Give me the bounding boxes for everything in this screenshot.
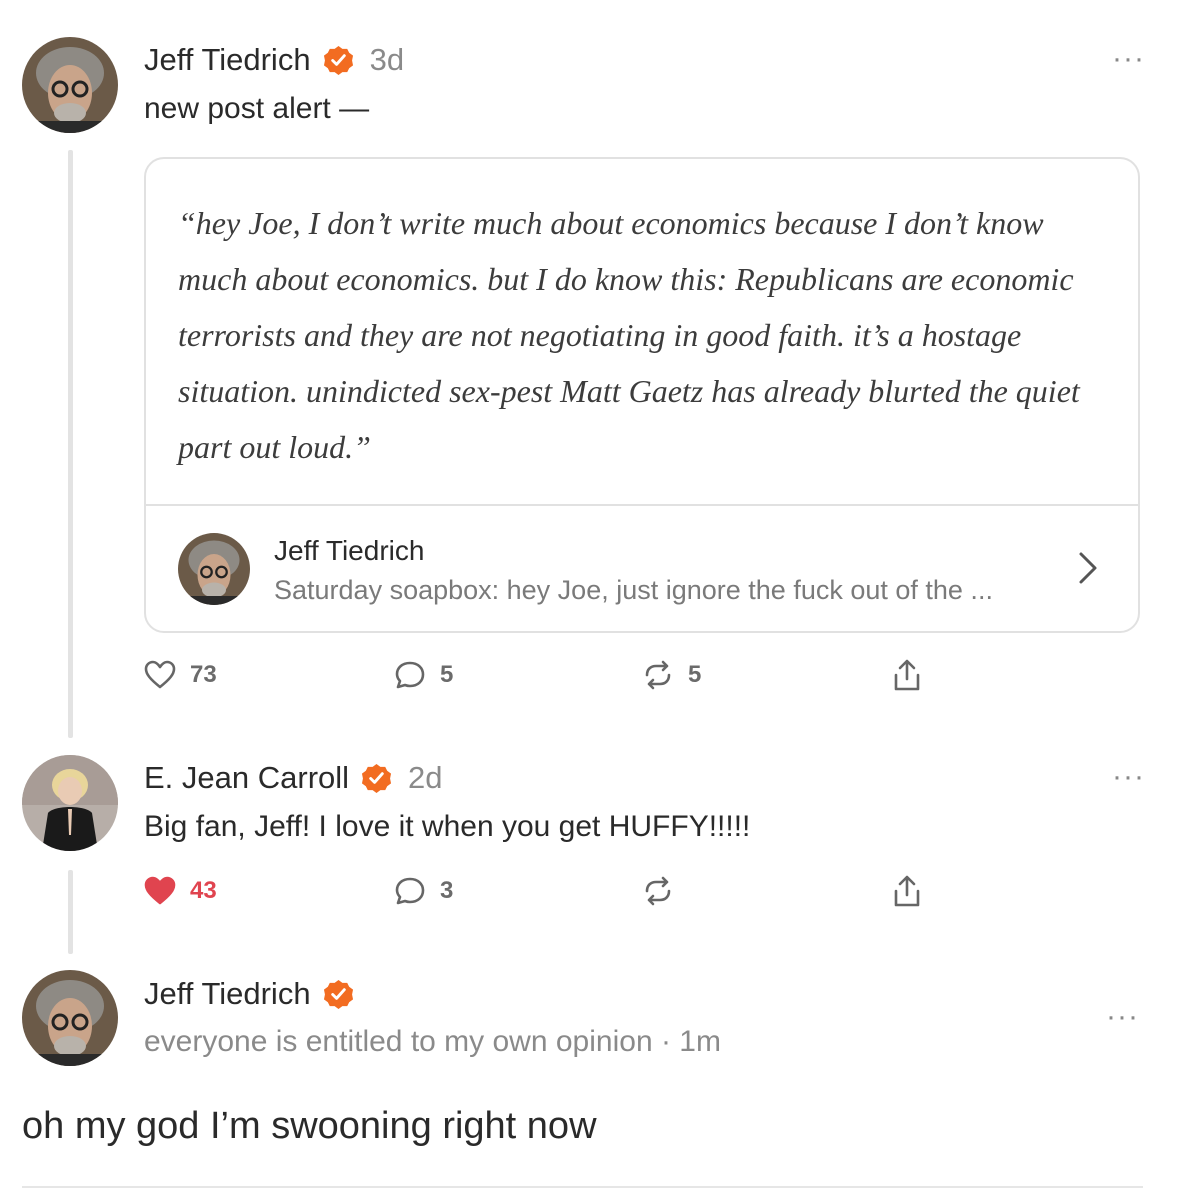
quote-card[interactable]: “hey Joe, I don’t write much about econo… — [144, 157, 1140, 633]
reply-time[interactable]: 2d — [408, 760, 442, 796]
thread-line — [68, 870, 73, 954]
verified-badge-icon — [362, 763, 392, 793]
post-time[interactable]: 3d — [370, 42, 404, 78]
reply-text: oh my god I’m swooning right now — [22, 1105, 597, 1147]
reply-text: Big fan, Jeff! I love it when you get HU… — [144, 810, 751, 843]
comment-count: 3 — [440, 877, 454, 904]
compose-time[interactable]: 1m — [679, 1025, 721, 1058]
thread-line — [68, 150, 73, 738]
avatar[interactable] — [22, 970, 118, 1066]
like-button[interactable]: 43 — [144, 876, 217, 906]
separator-dot: · — [660, 1025, 680, 1058]
source-author: Jeff Tiedrich — [274, 535, 425, 566]
like-count: 73 — [190, 661, 217, 688]
more-options-icon[interactable]: ··· — [1106, 1000, 1139, 1034]
comment-button[interactable]: 3 — [394, 876, 453, 906]
share-icon — [894, 875, 920, 907]
heart-filled-icon — [144, 876, 176, 905]
author-name[interactable]: Jeff Tiedrich — [144, 42, 311, 78]
share-icon — [894, 659, 920, 691]
comment-button[interactable]: 5 — [394, 660, 453, 690]
comment-count: 5 — [440, 661, 454, 688]
restack-count: 5 — [688, 661, 702, 688]
compose-header: Jeff Tiedrich — [144, 976, 354, 1012]
restack-button[interactable] — [642, 876, 688, 906]
quote-text: “hey Joe, I don’t write much about econo… — [178, 205, 1080, 465]
source-avatar — [178, 533, 250, 605]
post-header: Jeff Tiedrich 3d — [144, 42, 404, 78]
tagline-text: everyone is entitled to my own opinion — [144, 1025, 653, 1058]
source-title: Saturday soapbox: hey Joe, just ignore t… — [274, 575, 993, 605]
avatar[interactable] — [22, 755, 118, 851]
restack-button[interactable]: 5 — [642, 660, 701, 690]
share-button[interactable] — [892, 874, 922, 908]
verified-badge-icon — [323, 979, 353, 1009]
more-options-icon[interactable]: ··· — [1112, 42, 1145, 76]
author-name[interactable]: Jeff Tiedrich — [144, 976, 311, 1012]
like-count: 43 — [190, 877, 217, 904]
chevron-right-icon — [1079, 552, 1097, 584]
more-options-icon[interactable]: ··· — [1112, 760, 1145, 794]
post-text: new post alert — — [144, 92, 370, 125]
author-name[interactable]: E. Jean Carroll — [144, 760, 349, 796]
avatar[interactable] — [22, 37, 118, 133]
author-tagline: everyone is entitled to my own opinion ·… — [144, 1025, 721, 1059]
restack-icon — [645, 876, 671, 906]
restack-icon — [645, 660, 671, 690]
heart-icon — [144, 660, 176, 689]
comment-icon — [395, 661, 425, 689]
divider — [146, 504, 1138, 506]
comment-icon — [395, 877, 425, 905]
reply-header: E. Jean Carroll 2d — [144, 760, 443, 796]
verified-badge-icon — [323, 45, 353, 75]
like-button[interactable]: 73 — [144, 660, 217, 690]
share-button[interactable] — [892, 658, 922, 692]
